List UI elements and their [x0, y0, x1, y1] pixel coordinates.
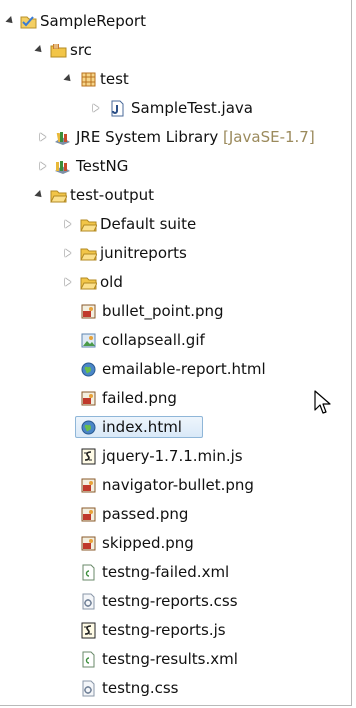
- tree-item-testng-failed-xml[interactable]: testng-failed.xml: [0, 560, 348, 584]
- tree-item-label: testng-failed.xml: [102, 563, 230, 581]
- collapse-toggle-icon[interactable]: [63, 219, 73, 229]
- folder-icon: [80, 245, 97, 262]
- css-file-icon: [80, 593, 97, 610]
- tree-item-label: TestNG: [76, 157, 129, 175]
- tree-item-failed-png[interactable]: failed.png: [0, 386, 348, 410]
- tree-item-samplereport[interactable]: SampleReport: [0, 9, 348, 33]
- tree-item-label: src: [70, 41, 92, 59]
- tree-item-collapseall-gif[interactable]: collapseall.gif: [0, 328, 348, 352]
- tree-item-label: emailable-report.html: [102, 360, 266, 378]
- package-icon: [80, 71, 97, 88]
- tree-item-bullet-point-png[interactable]: bullet_point.png: [0, 299, 348, 323]
- tree-item-label: testng-reports.js: [102, 621, 226, 639]
- library-icon: [54, 129, 71, 146]
- project-icon: [20, 13, 37, 30]
- xml-file-icon: [80, 651, 97, 668]
- collapse-toggle-icon[interactable]: [38, 161, 48, 171]
- tree-item-test-output[interactable]: test-output: [0, 183, 348, 207]
- tree-item-label: SampleReport: [40, 12, 146, 30]
- tree-item-label: old: [100, 273, 123, 291]
- png-image-icon: [80, 303, 97, 320]
- project-explorer-tree[interactable]: SampleReport src test SampleTest.java JR…: [0, 0, 352, 706]
- folder-icon: [80, 274, 97, 291]
- tree-item-testng[interactable]: TestNG: [0, 154, 348, 178]
- tree-item-label: Default suite: [100, 215, 197, 233]
- tree-item-label: jquery-1.7.1.min.js: [102, 447, 243, 465]
- tree-item-testng-reports-js[interactable]: testng-reports.js: [0, 618, 348, 642]
- tree-item-old[interactable]: old: [0, 270, 348, 294]
- collapse-toggle-icon[interactable]: [63, 248, 73, 258]
- expand-toggle-icon[interactable]: [33, 190, 43, 200]
- png-image-icon: [80, 506, 97, 523]
- java-file-icon: [109, 100, 126, 117]
- collapse-toggle-icon[interactable]: [91, 103, 101, 113]
- tree-item-passed-png[interactable]: passed.png: [0, 502, 348, 526]
- collapse-toggle-icon[interactable]: [63, 277, 73, 287]
- tree-item-emailable-report-html[interactable]: emailable-report.html: [0, 357, 348, 381]
- tree-item-label: JRE System Library [JavaSE-1.7]: [76, 128, 315, 146]
- tree-item-label: test-output: [70, 186, 154, 204]
- tree-item-label: skipped.png: [102, 534, 194, 552]
- jre-version-decoration: [JavaSE-1.7]: [223, 128, 315, 146]
- tree-item-skipped-png[interactable]: skipped.png: [0, 531, 348, 555]
- tree-item-jquery-js[interactable]: jquery-1.7.1.min.js: [0, 444, 348, 468]
- folder-icon: [50, 187, 67, 204]
- tree-item-label: testng-reports.css: [102, 592, 238, 610]
- tree-item-test-package[interactable]: test: [0, 67, 348, 91]
- tree-item-sampletest-java[interactable]: SampleTest.java: [0, 96, 348, 120]
- tree-item-testng-reports-css[interactable]: testng-reports.css: [0, 589, 348, 613]
- png-image-icon: [80, 535, 97, 552]
- tree-item-label: index.html: [102, 418, 182, 436]
- tree-item-label: bullet_point.png: [102, 302, 224, 320]
- tree-item-label: SampleTest.java: [131, 99, 253, 117]
- html-globe-icon: [80, 361, 97, 378]
- png-image-icon: [80, 477, 97, 494]
- css-file-icon: [80, 680, 97, 697]
- tree-item-navigator-bullet-png[interactable]: navigator-bullet.png: [0, 473, 348, 497]
- tree-item-testng-results-xml[interactable]: testng-results.xml: [0, 647, 348, 671]
- folder-icon: [80, 216, 97, 233]
- tree-item-testng-css[interactable]: testng.css: [0, 676, 348, 700]
- tree-item-label: passed.png: [102, 505, 189, 523]
- html-globe-icon: [80, 419, 97, 436]
- tree-item-label: testng-results.xml: [102, 650, 238, 668]
- tree-item-label: testng.css: [102, 679, 179, 697]
- js-script-icon: [80, 448, 97, 465]
- collapse-toggle-icon[interactable]: [38, 132, 48, 142]
- expand-toggle-icon[interactable]: [33, 45, 43, 55]
- tree-item-src[interactable]: src: [0, 38, 348, 62]
- expand-toggle-icon[interactable]: [4, 16, 14, 26]
- source-folder-icon: [50, 42, 67, 59]
- tree-item-label: junitreports: [100, 244, 187, 262]
- tree-item-label: collapseall.gif: [102, 331, 205, 349]
- tree-item-label: navigator-bullet.png: [102, 476, 254, 494]
- tree-item-junitreports[interactable]: junitreports: [0, 241, 348, 265]
- tree-item-default-suite[interactable]: Default suite: [0, 212, 348, 236]
- png-image-icon: [80, 390, 97, 407]
- xml-file-icon: [80, 564, 97, 581]
- js-script-icon: [80, 622, 97, 639]
- tree-item-jre-system-library[interactable]: JRE System Library [JavaSE-1.7]: [0, 125, 348, 149]
- library-icon: [54, 158, 71, 175]
- tree-item-label: failed.png: [102, 389, 177, 407]
- gif-image-icon: [80, 332, 97, 349]
- mouse-pointer-icon: [314, 390, 331, 414]
- tree-item-index-html[interactable]: index.html: [0, 415, 348, 439]
- expand-toggle-icon[interactable]: [62, 74, 72, 84]
- tree-item-label: test: [100, 70, 129, 88]
